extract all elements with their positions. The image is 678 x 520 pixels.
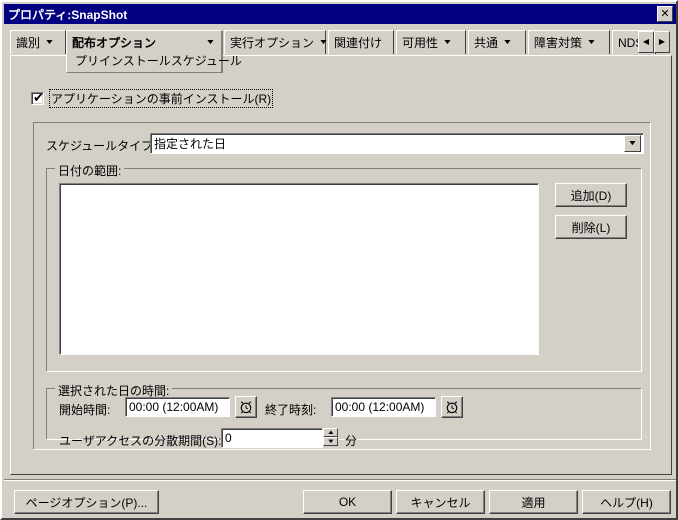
end-time-input[interactable]: 00:00 (12:00AM): [331, 397, 436, 417]
tab-label: 可用性: [402, 36, 439, 50]
spread-interval-unit: 分: [345, 434, 358, 448]
ok-button-label: OK: [338, 495, 357, 509]
chevron-down-icon[interactable]: ▼: [624, 135, 641, 152]
apply-button-label: 適用: [521, 495, 546, 510]
tab-availability[interactable]: 可用性 ▼: [396, 30, 466, 54]
start-time-value: 00:00 (12:00AM): [129, 400, 219, 414]
add-button[interactable]: 追加(D): [555, 183, 627, 207]
date-range-group: 日付の範囲: 追加(D) 削除(L): [46, 162, 642, 372]
tab-strip: 識別 ▼ 配布オプション ▼ プリインストールスケジュール 実行オプション ▼ …: [10, 30, 672, 72]
start-time-input[interactable]: 00:00 (12:00AM): [125, 397, 230, 417]
tab-scroll-buttons: ◀ ▶: [638, 31, 670, 53]
tab-sub-label: プリインストールスケジュール: [75, 54, 242, 68]
ok-button[interactable]: OK: [303, 490, 392, 514]
chevron-down-icon: ▼: [586, 39, 597, 46]
tab-label: 共通: [474, 36, 499, 50]
preinstall-checkbox-label: アプリケーションの事前インストール(R): [49, 89, 274, 108]
chevron-down-icon: ▼: [44, 39, 55, 46]
tab-identification[interactable]: 識別 ▼: [10, 30, 66, 54]
tab-run-options[interactable]: 実行オプション ▼: [224, 30, 329, 54]
schedule-type-select[interactable]: 指定された日 ▼: [150, 133, 644, 154]
date-range-group-title: 日付の範囲:: [55, 162, 125, 179]
clock-icon: [240, 401, 252, 414]
stepper-up-icon[interactable]: ▲: [323, 428, 338, 437]
tab-distribution-options[interactable]: 配布オプション ▼ プリインストールスケジュール: [66, 30, 242, 72]
tab-label: 障害対策: [534, 36, 583, 50]
tab-scroll-left-icon[interactable]: ◀: [638, 31, 654, 53]
clock-icon: [446, 401, 458, 414]
spread-interval-value: 0: [225, 431, 232, 445]
end-time-value: 00:00 (12:00AM): [335, 400, 425, 414]
spread-interval-label: ユーザアクセスの分散期間(S):: [59, 434, 222, 448]
start-time-label: 開始時間:: [59, 403, 111, 417]
tab-label: 実行オプション: [230, 36, 315, 50]
add-button-label: 追加(D): [570, 188, 612, 203]
preinstall-checkbox-row[interactable]: ✔ アプリケーションの事前インストール(R): [31, 89, 274, 108]
cancel-button-label: キャンセル: [410, 495, 471, 510]
preinstall-checkbox[interactable]: ✔: [31, 90, 44, 105]
end-time-clock-icon-button[interactable]: [441, 396, 463, 418]
page-options-button[interactable]: ページオプション(P)...: [14, 490, 159, 514]
cancel-button[interactable]: キャンセル: [396, 490, 485, 514]
schedule-type-value: 指定された日: [154, 137, 227, 151]
tab-label: 識別: [16, 36, 41, 50]
close-icon[interactable]: ✕: [657, 6, 673, 22]
footer-divider: [4, 479, 676, 481]
tab-page-panel: ✔ アプリケーションの事前インストール(R) スケジュールタイプ: 指定された日…: [10, 55, 672, 475]
help-button-label: ヘルプ(H): [600, 495, 653, 510]
start-time-clock-icon-button[interactable]: [235, 396, 257, 418]
selected-day-time-group: 選択された日の時間: 開始時間: 00:00 (12:00AM) 終了時刻: 0…: [46, 382, 642, 448]
properties-dialog: プロパティ:SnapShot ✕ 識別 ▼ 配布オプション ▼ プリインストール…: [0, 0, 678, 520]
tab-scroll-right-icon[interactable]: ▶: [654, 31, 670, 53]
spread-interval-stepper[interactable]: ▲ ▼: [323, 428, 338, 448]
spread-interval-input[interactable]: 0: [221, 428, 323, 448]
tab-label: 関連付け: [334, 36, 383, 50]
delete-button[interactable]: 削除(L): [555, 215, 627, 239]
help-button[interactable]: ヘルプ(H): [582, 490, 671, 514]
apply-button[interactable]: 適用: [489, 490, 578, 514]
tab-common[interactable]: 共通 ▼: [468, 30, 526, 54]
date-range-listbox[interactable]: [59, 183, 539, 355]
title-bar: プロパティ:SnapShot ✕: [4, 4, 676, 24]
chevron-down-icon: ▼: [442, 39, 453, 46]
tab-fault-tolerance[interactable]: 障害対策 ▼: [528, 30, 610, 54]
page-options-button-label: ページオプション(P)...: [25, 495, 148, 510]
chevron-down-icon: ▼: [205, 39, 216, 46]
window-title: プロパティ:SnapShot: [8, 7, 128, 22]
schedule-settings-group: スケジュールタイプ: 指定された日 ▼ 日付の範囲: 追加(D) 削除(L) 選…: [33, 122, 651, 450]
chevron-down-icon: ▼: [502, 39, 513, 46]
stepper-down-icon[interactable]: ▼: [323, 437, 338, 446]
delete-button-label: 削除(L): [571, 220, 611, 235]
schedule-type-label: スケジュールタイプ:: [46, 139, 157, 153]
tab-label: 配布オプション: [72, 36, 157, 50]
check-icon: ✔: [33, 90, 44, 105]
tab-associations[interactable]: 関連付け: [328, 30, 394, 54]
end-time-label: 終了時刻:: [265, 403, 317, 417]
